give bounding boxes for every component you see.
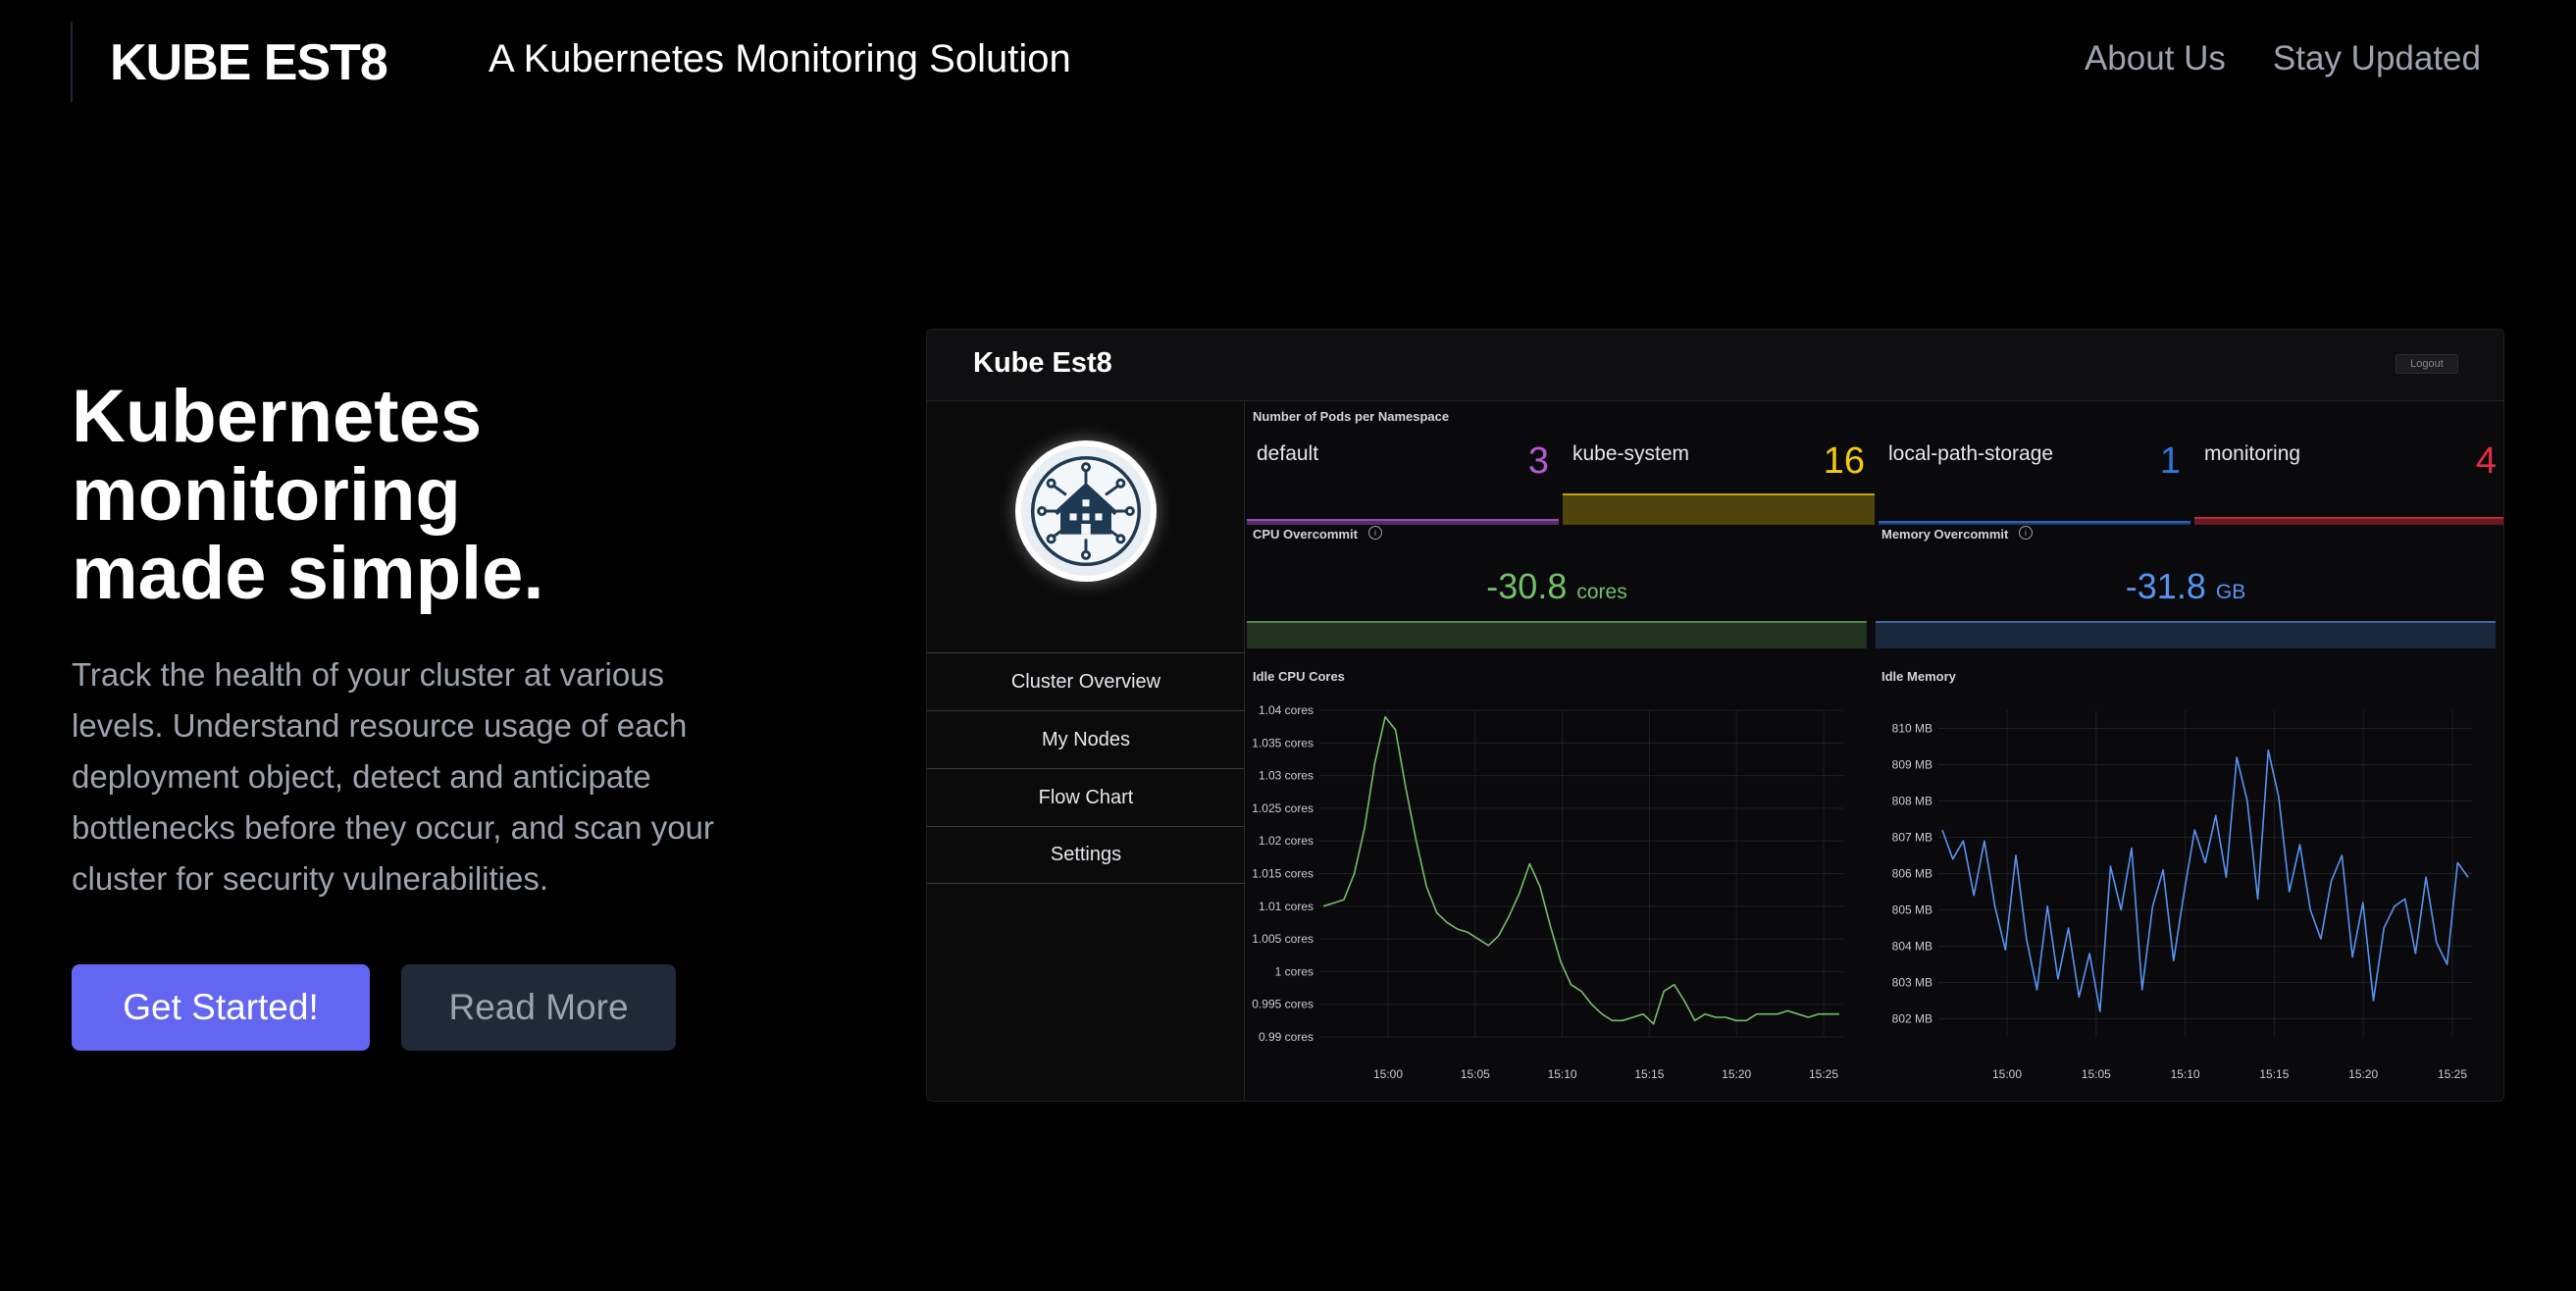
cpu-overcommit-label: CPU Overcommit bbox=[1253, 527, 1358, 542]
y-tick-label: 802 MB bbox=[1892, 1012, 1932, 1026]
y-tick-label: 804 MB bbox=[1892, 940, 1932, 954]
top-nav: KUBE EST8 A Kubernetes Monitoring Soluti… bbox=[0, 0, 2576, 123]
cpu-overcommit-unit: cores bbox=[1576, 581, 1627, 603]
cpu-overcommit-panel: CPU Overcommit i -30.8 cores bbox=[1245, 519, 1869, 648]
y-tick-label: 805 MB bbox=[1892, 904, 1932, 917]
x-tick-label: 15:10 bbox=[1548, 1067, 1577, 1081]
x-tick-label: 15:05 bbox=[2082, 1067, 2111, 1081]
y-tick-label: 803 MB bbox=[1892, 976, 1932, 990]
namespace-stat-monitoring: monitoring 4 bbox=[2194, 435, 2503, 525]
sidebar-item-settings[interactable]: Settings bbox=[927, 826, 1245, 884]
sidebar-item-cluster-overview[interactable]: Cluster Overview bbox=[927, 652, 1245, 710]
dashboard-header: Kube Est8 Logout bbox=[927, 330, 2503, 401]
y-tick-label: 1.02 cores bbox=[1259, 834, 1314, 848]
dashboard-title: Kube Est8 bbox=[973, 347, 1112, 379]
y-tick-label: 1 cores bbox=[1275, 964, 1314, 978]
sidebar-item-my-nodes[interactable]: My Nodes bbox=[927, 710, 1245, 768]
about-us-link[interactable]: About Us bbox=[2085, 39, 2226, 78]
memory-overcommit-value: -31.8 GB bbox=[1874, 566, 2498, 607]
sidebar-item-flow-chart[interactable]: Flow Chart bbox=[927, 768, 1245, 826]
hero-description: Track the health of your cluster at vari… bbox=[72, 656, 714, 897]
brand-logo[interactable]: KUBE EST8 bbox=[110, 33, 388, 92]
y-tick-label: 810 MB bbox=[1892, 722, 1932, 736]
info-icon[interactable]: i bbox=[2019, 526, 2033, 540]
get-started-button[interactable]: Get Started! bbox=[72, 964, 370, 1051]
dashboard-sidebar: Cluster Overview My Nodes Flow Chart Set… bbox=[927, 401, 1245, 1101]
dashboard-main: Number of Pods per Namespace default 3 k… bbox=[1245, 401, 2503, 1101]
namespace-pod-count: 3 bbox=[1527, 440, 1549, 482]
read-more-button[interactable]: Read More bbox=[401, 964, 676, 1051]
x-tick-label: 15:25 bbox=[1809, 1067, 1838, 1081]
x-tick-label: 15:25 bbox=[2438, 1067, 2467, 1081]
y-tick-label: 1.005 cores bbox=[1252, 932, 1314, 946]
namespace-pod-count: 16 bbox=[1823, 440, 1865, 482]
idle-memory-title: Idle Memory bbox=[1881, 669, 1956, 684]
y-tick-label: 807 MB bbox=[1892, 831, 1932, 845]
x-tick-label: 15:05 bbox=[1461, 1067, 1490, 1081]
namespace-name: monitoring bbox=[2204, 442, 2301, 465]
house-circuit-icon bbox=[1030, 455, 1142, 567]
x-tick-label: 15:20 bbox=[1722, 1067, 1751, 1081]
series-line bbox=[1322, 715, 1839, 1025]
x-tick-label: 15:10 bbox=[2171, 1067, 2200, 1081]
namespace-pod-count: 4 bbox=[2475, 440, 2497, 482]
memory-overcommit-fill bbox=[1876, 621, 2496, 648]
namespace-stat-kube-system: kube-system 16 bbox=[1563, 435, 1875, 525]
x-tick-label: 15:20 bbox=[2348, 1067, 2378, 1081]
namespace-name: default bbox=[1257, 442, 1319, 465]
x-tick-label: 15:15 bbox=[1634, 1067, 1664, 1081]
namespace-stat-local-path-storage: local-path-storage 1 bbox=[1879, 435, 2190, 525]
memory-overcommit-label: Memory Overcommit bbox=[1881, 527, 2009, 542]
memory-overcommit-unit: GB bbox=[2215, 581, 2246, 603]
y-tick-label: 1.03 cores bbox=[1259, 769, 1314, 783]
nav-tagline: A Kubernetes Monitoring Solution bbox=[489, 37, 1071, 80]
namespace-name: local-path-storage bbox=[1888, 442, 2054, 465]
y-tick-label: 1.025 cores bbox=[1252, 801, 1314, 815]
cpu-overcommit-number: -30.8 bbox=[1486, 566, 1568, 606]
x-tick-label: 15:00 bbox=[1373, 1067, 1403, 1081]
memory-overcommit-panel: Memory Overcommit i -31.8 GB bbox=[1874, 519, 2498, 648]
cpu-overcommit-value: -30.8 cores bbox=[1245, 566, 1869, 607]
y-tick-label: 808 MB bbox=[1892, 795, 1932, 808]
memory-overcommit-number: -31.8 bbox=[2125, 566, 2206, 606]
y-tick-label: 1.01 cores bbox=[1259, 900, 1314, 913]
hero-title: Kubernetes monitoring made simple. bbox=[72, 375, 544, 615]
idle-cpu-cores-chart: 0.99 cores 0.995 cores 1 cores 1.005 cores 1… bbox=[1252, 703, 1843, 1081]
idle-memory-panel: Idle Memory 802 MB 803 MB 804 MB 805 MB 806 … bbox=[1874, 661, 2501, 1101]
y-tick-label: 1.04 cores bbox=[1259, 703, 1314, 717]
nav-links: About Us Stay Updated bbox=[2085, 39, 2481, 78]
nav-divider bbox=[71, 22, 73, 102]
pods-per-namespace-label: Number of Pods per Namespace bbox=[1253, 409, 1450, 424]
y-tick-label: 0.995 cores bbox=[1252, 998, 1314, 1011]
namespace-stat-default: default 3 bbox=[1247, 435, 1559, 525]
namespace-name: kube-system bbox=[1572, 442, 1690, 465]
idle-memory-chart: 802 MB 803 MB 804 MB 805 MB 806 MB 807 MB 808 … bbox=[1892, 710, 2472, 1081]
series-line bbox=[1941, 749, 2469, 1012]
y-tick-label: 0.99 cores bbox=[1259, 1030, 1314, 1044]
x-tick-label: 15:00 bbox=[1992, 1067, 2022, 1081]
y-tick-label: 806 MB bbox=[1892, 867, 1932, 881]
x-tick-label: 15:15 bbox=[2259, 1067, 2289, 1081]
idle-cpu-cores-title: Idle CPU Cores bbox=[1253, 669, 1345, 684]
app-logo-avatar bbox=[1015, 440, 1157, 582]
dashboard-preview: Kube Est8 Logout Cluster Overview My Nod… bbox=[926, 329, 2504, 1102]
y-tick-label: 809 MB bbox=[1892, 758, 1932, 772]
stay-updated-link[interactable]: Stay Updated bbox=[2273, 39, 2481, 78]
y-tick-label: 1.015 cores bbox=[1252, 867, 1314, 881]
logout-button[interactable]: Logout bbox=[2396, 354, 2458, 374]
namespace-pod-count: 1 bbox=[2159, 440, 2181, 482]
y-tick-label: 1.035 cores bbox=[1252, 736, 1314, 749]
info-icon[interactable]: i bbox=[1368, 526, 1382, 540]
cpu-overcommit-fill bbox=[1247, 621, 1867, 648]
idle-cpu-cores-panel: Idle CPU Cores 0.99 cores 0.995 cores 1 co… bbox=[1245, 661, 1873, 1101]
sidebar-menu: Cluster Overview My Nodes Flow Chart Set… bbox=[927, 652, 1245, 884]
